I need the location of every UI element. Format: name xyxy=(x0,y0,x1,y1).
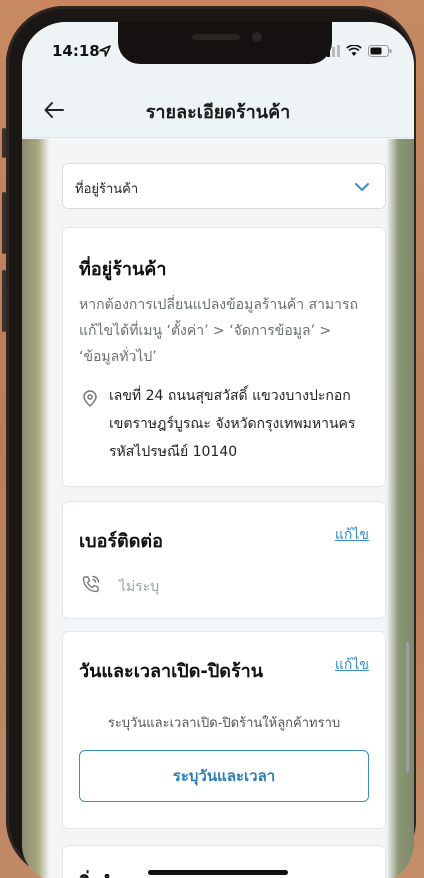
scrollbar[interactable] xyxy=(406,642,409,772)
volume-up-button xyxy=(2,192,6,254)
opening-hours-card: วันและเวลาเปิด-ปิดร้าน แก้ไข ระบุวันและเ… xyxy=(62,631,386,829)
page-title: รายละเอียดร้านค้า xyxy=(145,102,291,123)
description-line: แก้ไขได้ที่เมนู ‘ตั้งค่า’ > ‘จัดการข้อมู… xyxy=(79,323,332,339)
opening-hours-description: ระบุวันและเวลาเปิด-ปิดร้านให้ลูกค้าทราบ xyxy=(107,716,341,731)
address-card: ที่อยู่ร้านค้า หากต้องการเปลี่ยนแปลงข้อม… xyxy=(62,227,386,487)
front-camera xyxy=(252,32,262,42)
phone-icon xyxy=(82,575,100,593)
status-icons xyxy=(322,44,392,58)
address-line: รหัสไปรษณีย์ 10140 xyxy=(109,444,238,460)
address-line: เขตราษฎร์บูรณะ จังหวัดกรุงเทพมหานคร xyxy=(109,416,356,432)
location-pin-icon xyxy=(83,390,97,408)
address-line: เลขที่ 24 ถนนสุขสวัสดิ์ แขวงบางปะกอก xyxy=(109,388,351,404)
chevron-down-icon xyxy=(355,183,369,191)
cellular-signal-icon xyxy=(322,45,340,57)
mute-switch xyxy=(2,128,6,158)
location-arrow-icon xyxy=(99,45,111,57)
top-nav-bar: รายละเอียดร้านค้า xyxy=(22,80,414,138)
description-line: หากต้องการเปลี่ยนแปลงข้อมูลร้านค้า สามาร… xyxy=(79,297,359,313)
store-address: เลขที่ 24 ถนนสุขสวัสดิ์ แขวงบางปะกอก เขต… xyxy=(109,382,373,466)
set-opening-hours-button[interactable]: ระบุวันและเวลา xyxy=(79,750,369,802)
status-time: 14:18 xyxy=(52,42,100,60)
edit-opening-hours-link[interactable]: แก้ไข xyxy=(335,654,369,676)
screen: 14:18 รายละเอียดร้านค้า ที่อยู่ร้านค้า ท… xyxy=(22,22,414,878)
phone-frame: 14:18 รายละเอียดร้านค้า ที่อยู่ร้านค้า ท… xyxy=(2,6,416,878)
home-indicator[interactable] xyxy=(148,870,288,875)
notch xyxy=(118,22,332,64)
status-bar: 14:18 xyxy=(22,22,414,80)
dropdown-selected-value: ที่อยู่ร้านค้า xyxy=(75,182,139,197)
edit-contact-link[interactable]: แก้ไข xyxy=(335,524,369,546)
scroll-content[interactable]: ที่อยู่ร้านค้า ที่อยู่ร้านค้า หากต้องการ… xyxy=(22,139,414,878)
volume-down-button xyxy=(2,270,6,332)
address-card-description: หากต้องการเปลี่ยนแปลงข้อมูลร้านค้า สามาร… xyxy=(79,292,369,370)
section-select-dropdown[interactable]: ที่อยู่ร้านค้า xyxy=(62,163,386,209)
wifi-icon xyxy=(346,45,362,56)
description-line: ‘ข้อมูลทั่วไป’ xyxy=(79,349,157,365)
opening-hours-card-title: วันและเวลาเปิด-ปิดร้าน xyxy=(79,661,264,682)
contact-card: เบอร์ติดต่อ แก้ไข ไม่ระบุ xyxy=(62,501,386,619)
contact-card-title: เบอร์ติดต่อ xyxy=(79,531,163,552)
address-card-title: ที่อยู่ร้านค้า xyxy=(79,259,167,280)
battery-icon xyxy=(368,45,392,57)
speaker xyxy=(192,34,240,40)
contact-phone-value: ไม่ระบุ xyxy=(119,579,160,595)
